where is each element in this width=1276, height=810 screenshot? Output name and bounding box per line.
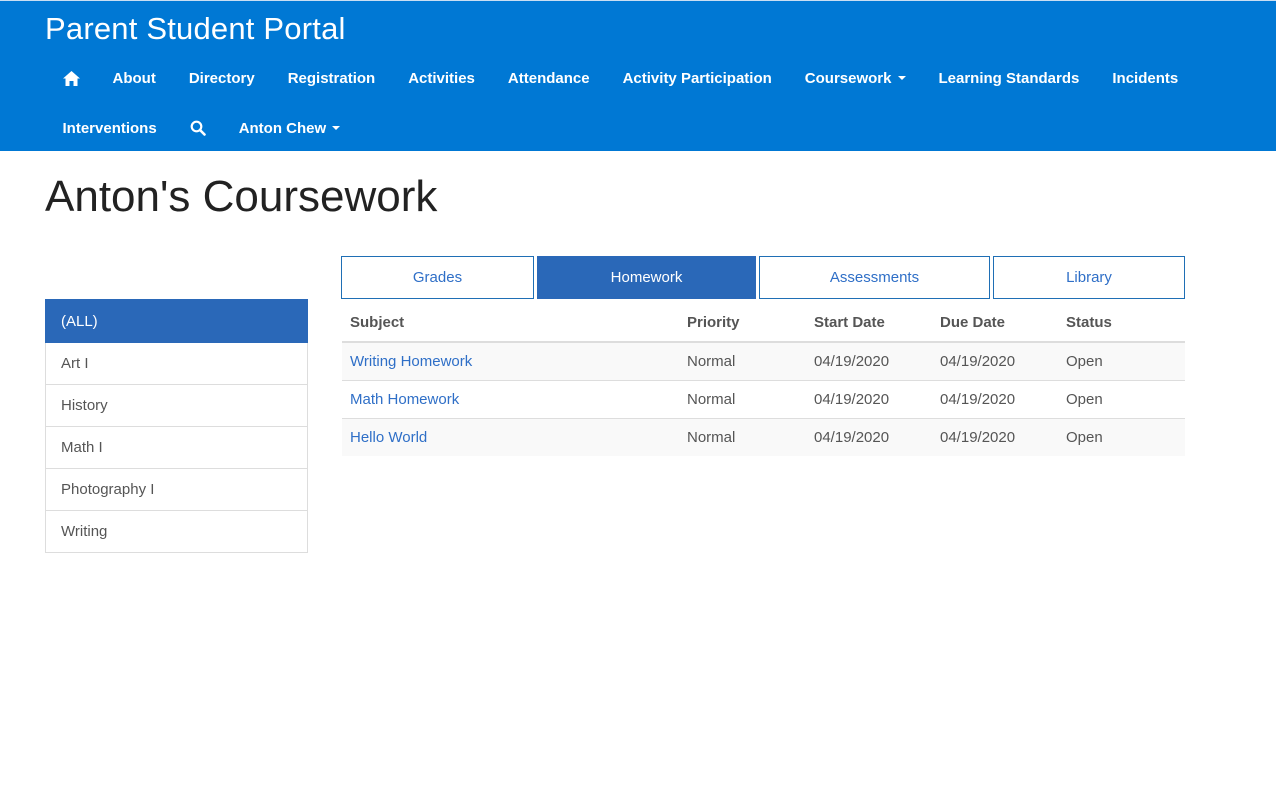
nav-interventions[interactable]: Interventions — [46, 108, 173, 148]
caret-down-icon — [897, 76, 906, 80]
column-header-due-date[interactable]: Due Date — [932, 303, 1058, 343]
course-filter-art-i[interactable]: Art I — [45, 343, 308, 385]
user-menu-dropdown[interactable]: Anton Chew — [222, 108, 357, 148]
column-header-start-date[interactable]: Start Date — [806, 303, 932, 343]
nav-activity-participation[interactable]: Activity Participation — [606, 58, 788, 98]
course-filter-history[interactable]: History — [45, 385, 308, 427]
course-filter-writing[interactable]: Writing — [45, 511, 308, 553]
cell-subject: Math Homework — [342, 380, 679, 419]
homework-table: Subject Priority Start Date Due Date Sta… — [342, 303, 1185, 456]
homework-link[interactable]: Writing Homework — [350, 353, 472, 370]
column-header-priority[interactable]: Priority — [679, 303, 806, 343]
cell-due-date: 04/19/2020 — [932, 418, 1058, 456]
cell-subject: Hello World — [342, 418, 679, 456]
tab-assessments[interactable]: Assessments — [759, 256, 990, 299]
nav-incidents[interactable]: Incidents — [1096, 58, 1195, 98]
nav-coursework-dropdown[interactable]: Coursework — [788, 58, 922, 98]
user-name: Anton Chew — [238, 119, 327, 137]
nav-activities[interactable]: Activities — [392, 58, 492, 98]
caret-down-icon — [332, 126, 341, 130]
column-header-subject[interactable]: Subject — [342, 303, 679, 343]
cell-status: Open — [1058, 418, 1185, 456]
nav-about[interactable]: About — [96, 58, 172, 98]
brand-title[interactable]: Parent Student Portal — [45, 11, 346, 47]
cell-start-date: 04/19/2020 — [806, 342, 932, 381]
search-icon[interactable] — [173, 108, 222, 148]
cell-start-date: 04/19/2020 — [806, 418, 932, 456]
tab-grades[interactable]: Grades — [341, 256, 534, 299]
column-header-status[interactable]: Status — [1058, 303, 1185, 343]
table-header-row: Subject Priority Start Date Due Date Sta… — [342, 303, 1185, 343]
cell-due-date: 04/19/2020 — [932, 380, 1058, 419]
cell-priority: Normal — [679, 380, 806, 419]
homework-link[interactable]: Math Homework — [350, 391, 459, 408]
page-title: Anton's Coursework — [45, 172, 438, 221]
cell-status: Open — [1058, 342, 1185, 381]
cell-due-date: 04/19/2020 — [932, 342, 1058, 381]
table-row: Writing Homework Normal 04/19/2020 04/19… — [342, 342, 1185, 381]
nav-attendance[interactable]: Attendance — [491, 58, 606, 98]
cell-status: Open — [1058, 380, 1185, 419]
course-filter-list: (ALL) Art I History Math I Photography I… — [45, 299, 308, 553]
course-filter-math-i[interactable]: Math I — [45, 427, 308, 469]
cell-start-date: 04/19/2020 — [806, 380, 932, 419]
top-navbar: Parent Student Portal About Directory Re… — [0, 0, 1276, 151]
cell-priority: Normal — [679, 342, 806, 381]
nav-directory[interactable]: Directory — [172, 58, 271, 98]
nav-row-primary: About Directory Registration Activities … — [46, 58, 1195, 98]
homework-link[interactable]: Hello World — [350, 429, 427, 446]
course-filter-all[interactable]: (ALL) — [45, 299, 308, 343]
nav-registration[interactable]: Registration — [271, 58, 392, 98]
tab-homework[interactable]: Homework — [537, 256, 756, 299]
course-filter-photography-i[interactable]: Photography I — [45, 469, 308, 511]
nav-row-secondary: Interventions Anton Chew — [46, 108, 357, 148]
table-row: Hello World Normal 04/19/2020 04/19/2020… — [342, 418, 1185, 456]
home-icon[interactable] — [46, 58, 96, 98]
tab-library[interactable]: Library — [993, 256, 1185, 299]
nav-coursework-label: Coursework — [804, 69, 892, 87]
cell-subject: Writing Homework — [342, 342, 679, 381]
cell-priority: Normal — [679, 418, 806, 456]
table-row: Math Homework Normal 04/19/2020 04/19/20… — [342, 380, 1185, 419]
nav-learning-standards[interactable]: Learning Standards — [922, 58, 1096, 98]
